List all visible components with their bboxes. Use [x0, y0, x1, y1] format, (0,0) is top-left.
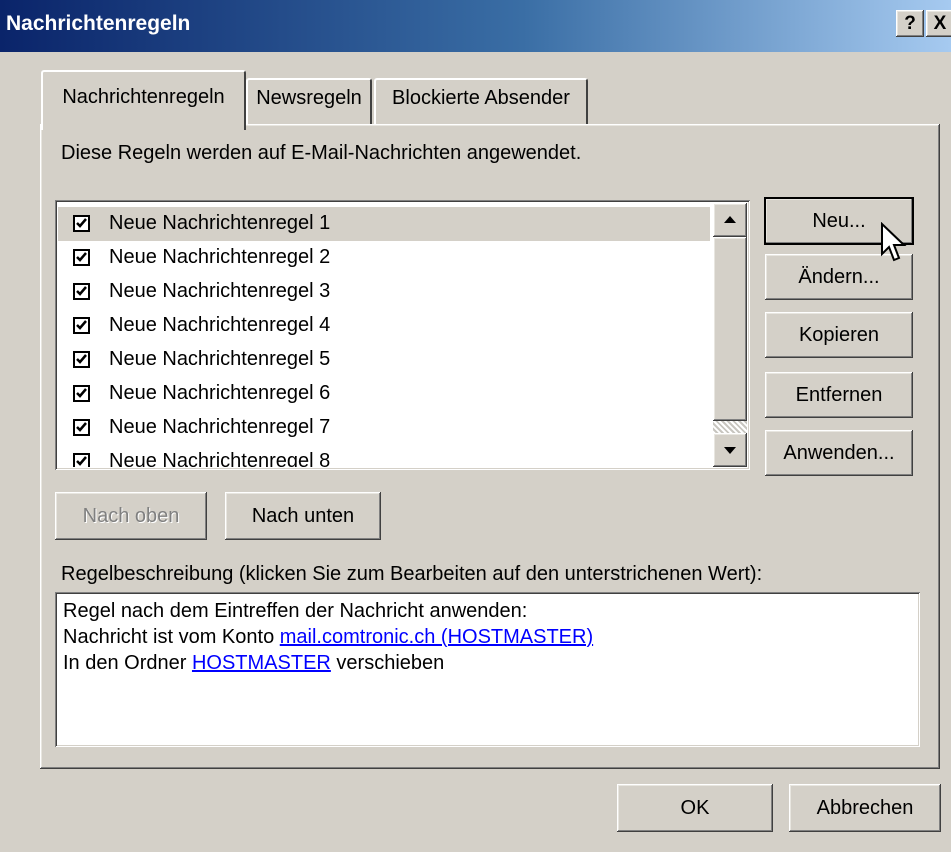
rule-label: Neue Nachrichtenregel 2 [109, 246, 331, 268]
rule-label: Neue Nachrichtenregel 1 [109, 212, 331, 234]
rule-description-label: Regelbeschreibung (klicken Sie zum Bearb… [61, 563, 763, 585]
copy-rule-button[interactable]: Kopieren [765, 312, 913, 358]
rule-label: Neue Nachrichtenregel 5 [109, 348, 331, 370]
vertical-scrollbar[interactable] [713, 203, 747, 467]
rule-checkbox[interactable] [73, 215, 90, 232]
rule-row[interactable]: Neue Nachrichtenregel 4 [58, 309, 710, 343]
tab-blockierte-absender[interactable]: Blockierte Absender [374, 78, 588, 126]
rule-row[interactable]: Neue Nachrichtenregel 7 [58, 411, 710, 445]
rule-row[interactable]: Neue Nachrichtenregel 2 [58, 241, 710, 275]
rule-checkbox[interactable] [73, 249, 90, 266]
tab-nachrichtenregeln[interactable]: Nachrichtenregeln [41, 70, 246, 130]
tab-label: Blockierte Absender [392, 87, 570, 109]
arrow-down-icon [724, 447, 736, 454]
rule-checkbox[interactable] [73, 385, 90, 402]
rule-row[interactable]: Neue Nachrichtenregel 1 [58, 207, 710, 241]
rule-checkbox[interactable] [73, 453, 90, 467]
rule-row[interactable]: Neue Nachrichtenregel 5 [58, 343, 710, 377]
scrollbar-track[interactable] [713, 421, 747, 433]
scrollbar-thumb[interactable] [713, 237, 747, 421]
rule-label: Neue Nachrichtenregel 6 [109, 382, 331, 404]
rule-checkbox[interactable] [73, 351, 90, 368]
rule-label: Neue Nachrichtenregel 3 [109, 280, 331, 302]
apply-rule-button[interactable]: Anwenden... [765, 430, 913, 476]
rule-row[interactable]: Neue Nachrichtenregel 8 [58, 445, 710, 467]
rule-label: Neue Nachrichtenregel 4 [109, 314, 331, 336]
account-link[interactable]: mail.comtronic.ch (HOSTMASTER) [280, 626, 593, 648]
rule-checkbox[interactable] [73, 419, 90, 436]
scroll-up-button[interactable] [713, 203, 747, 237]
rule-row[interactable]: Neue Nachrichtenregel 6 [58, 377, 710, 411]
tab-newsregeln[interactable]: Newsregeln [246, 78, 372, 126]
arrow-up-icon [724, 216, 736, 223]
help-button[interactable]: ? [896, 10, 924, 37]
rules-list[interactable]: Neue Nachrichtenregel 1 Neue Nachrichten… [55, 200, 750, 470]
cancel-button[interactable]: Abbrechen [789, 784, 941, 832]
rule-label: Neue Nachrichtenregel 7 [109, 416, 331, 438]
tab-label: Nachrichtenregeln [62, 86, 225, 108]
move-up-button[interactable]: Nach oben [55, 492, 207, 540]
rule-description-line: Regel nach dem Eintreffen der Nachricht … [63, 600, 528, 622]
rule-checkbox[interactable] [73, 317, 90, 334]
rule-label: Neue Nachrichtenregel 8 [109, 450, 331, 467]
rule-description-line: Nachricht ist vom Konto mail.comtronic.c… [63, 626, 594, 648]
scroll-down-button[interactable] [713, 433, 747, 467]
remove-rule-button[interactable]: Entfernen [765, 372, 913, 418]
tab-label: Newsregeln [256, 87, 362, 109]
move-down-button[interactable]: Nach unten [225, 492, 381, 540]
close-button[interactable]: X [926, 10, 951, 37]
folder-link[interactable]: HOSTMASTER [192, 652, 331, 674]
rules-dialog: Nachrichtenregeln ? X Nachrichtenregeln … [0, 0, 951, 852]
ok-button[interactable]: OK [617, 784, 773, 832]
panel-description: Diese Regeln werden auf E-Mail-Nachricht… [61, 142, 582, 164]
window-title: Nachrichtenregeln [6, 12, 191, 35]
rule-checkbox[interactable] [73, 283, 90, 300]
title-bar[interactable]: Nachrichtenregeln ? X [0, 0, 951, 52]
rule-row[interactable]: Neue Nachrichtenregel 3 [58, 275, 710, 309]
rule-description-line: In den Ordner HOSTMASTER verschieben [63, 652, 445, 674]
mouse-cursor-icon [881, 222, 907, 262]
rule-description-box: Regel nach dem Eintreffen der Nachricht … [55, 592, 920, 747]
